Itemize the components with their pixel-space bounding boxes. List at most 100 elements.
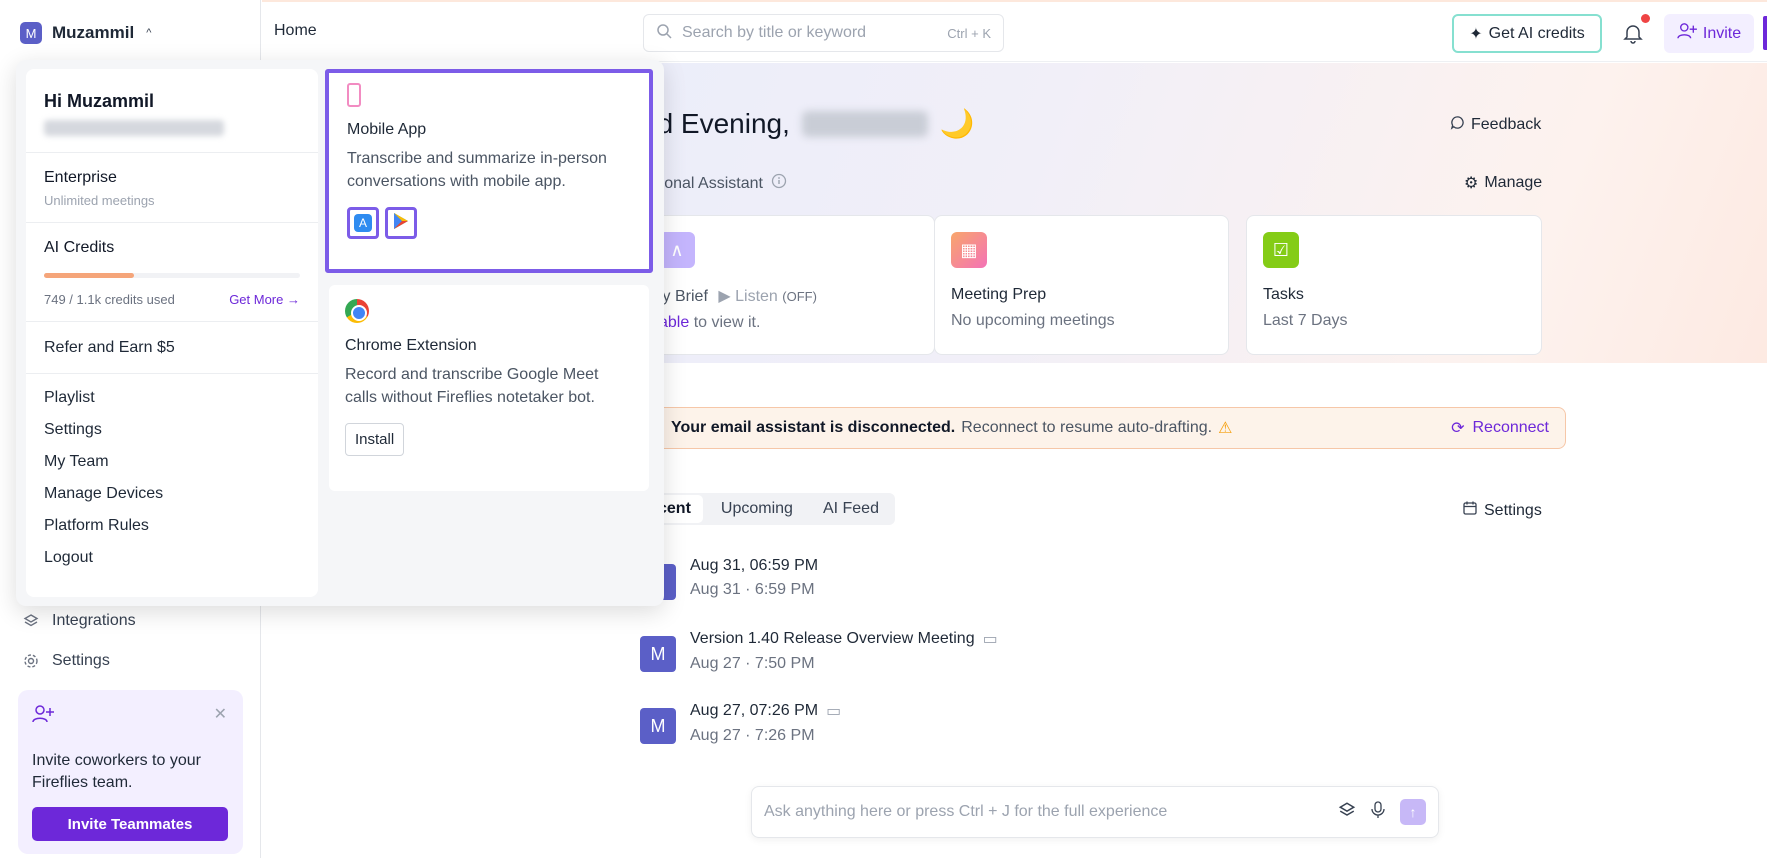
profile-menu: Hi Muzammil Enterprise Unlimited meeting… [26,69,318,597]
get-more-link[interactable]: Get More → [229,292,300,307]
manage-button[interactable]: ⚙ Manage [1464,173,1542,193]
page-title: od Evening, 🌙 [642,107,975,140]
ask-ai-input[interactable]: Ask anything here or press Ctrl + J for … [751,786,1439,838]
play-icon[interactable]: ▶ [718,288,730,305]
moon-icon: 🌙 [939,108,975,139]
manage-label: Manage [1484,174,1543,191]
info-icon[interactable] [771,173,787,194]
plan-name: Enterprise [44,169,117,186]
install-button[interactable]: Install [345,423,405,456]
blurred-user-name [801,110,928,137]
feedback-label: Feedback [1471,116,1542,133]
list-item[interactable]: M Aug 27, 07:26 PM ▭ Aug 27 · 7:26 PM [640,701,841,751]
reconnect-label: Reconnect [1472,419,1550,436]
chrome-extension-card: Chrome Extension Record and transcribe G… [329,285,649,491]
ask-placeholder: Ask anything here or press Ctrl + J for … [764,803,1168,820]
menu-list: Playlist Settings My Team Manage Devices… [26,374,318,574]
ai-credits-section: AI Credits 749 / 1.1k credits used Get M… [26,223,318,322]
meetings-settings-button[interactable]: Settings [1462,500,1542,521]
listen-label[interactable]: Listen [735,288,778,305]
plan-section: Enterprise Unlimited meetings [26,153,318,223]
list-item[interactable]: Aug 31, 06:59 PM Aug 31 · 6:59 PM [640,557,818,607]
user-avatar: M [20,22,42,44]
arrow-right-icon: → [287,292,300,307]
send-button[interactable]: ↑ [1400,799,1426,825]
feedback-button[interactable]: Feedback [1450,115,1541,135]
gear-icon [22,652,40,670]
microphone-icon[interactable] [1370,801,1386,823]
card-title: Meeting Prep [951,286,1047,303]
sidebar-item-settings[interactable]: Settings [22,652,110,670]
calendar-settings-icon [1462,500,1478,521]
app-store-button[interactable]: A [347,207,379,239]
invite-teammates-button[interactable]: Invite Teammates [32,807,228,841]
invite-card: ✕ Invite coworkers to your Fireflies tea… [18,690,243,854]
list-item[interactable]: M Version 1.40 Release Overview Meeting ▭… [640,629,998,679]
workspace-switcher[interactable]: M Muzammil ^ [20,22,151,44]
sidebar-item-label: Settings [52,652,110,669]
credits-progress-fill [44,273,134,278]
menu-item-my-team[interactable]: My Team [26,446,318,478]
plan-description: Unlimited meetings [44,193,155,208]
meeting-tabs: cent Upcoming AI Feed [642,493,895,525]
menu-item-platform-rules[interactable]: Platform Rules [26,510,318,542]
sparkle-icon: ✦ [1469,25,1483,43]
invite-label: Invite [1702,24,1742,42]
gear-icon: ⚙ [1464,175,1479,192]
layers-icon [22,612,40,630]
store-buttons: A [347,207,631,239]
daily-brief-card[interactable]: ∧ ly Brief ▶ Listen (OFF) able to view i… [642,215,935,355]
calendar-icon: ▦ [951,232,987,268]
alert-bold-text: Your email assistant is disconnected. [671,419,956,436]
invite-button[interactable]: Invite [1664,14,1754,53]
invite-card-text: Invite coworkers to your Fireflies team. [32,752,201,791]
get-more-label: Get More [229,292,284,307]
layers-icon[interactable] [1338,801,1356,823]
meeting-title: Version 1.40 Release Overview Meeting ▭ [690,629,998,649]
profile-edge[interactable] [1763,16,1767,50]
card-subtitle-text: to view it. [689,314,761,331]
tab-ai-feed[interactable]: AI Feed [811,495,891,523]
menu-item-manage-devices[interactable]: Manage Devices [26,478,318,510]
greeting-text: od Evening, [642,107,790,139]
close-icon[interactable]: ✕ [214,704,227,724]
meeting-date: Aug 31 · 6:59 PM [690,581,815,598]
chrome-icon [345,299,369,323]
get-ai-credits-button[interactable]: ✦ Get AI credits [1452,14,1602,53]
meeting-date: Aug 27 · 7:26 PM [690,727,815,744]
monitor-icon: ▭ [826,703,842,720]
avatar: M [640,636,676,672]
breadcrumb[interactable]: Home [274,22,317,40]
meeting-title-text: Version 1.40 Release Overview Meeting [690,630,975,647]
email-assistant-alert: Your email assistant is disconnected. Re… [642,407,1566,449]
meeting-title: Aug 27, 07:26 PM ▭ [690,701,841,721]
sidebar-item-label: Integrations [52,612,136,629]
checklist-icon: ☑ [1263,232,1299,268]
tasks-card[interactable]: ☑ Tasks Last 7 Days [1246,215,1542,355]
credits-progress-bar [44,273,300,278]
add-user-icon [1677,22,1697,45]
reconnect-button[interactable]: ⟳ Reconnect [1451,418,1549,438]
mobile-app-description: Transcribe and summarize in-person conve… [347,150,607,190]
profile-header: Hi Muzammil [26,69,318,153]
refer-and-earn-item[interactable]: Refer and Earn $5 [26,322,318,374]
user-name: Muzammil [52,23,135,42]
chrome-extension-title: Chrome Extension [345,337,477,354]
mobile-app-title: Mobile App [347,121,427,138]
get-ai-credits-label: Get AI credits [1488,24,1585,42]
search-input[interactable]: Search by title or keyword Ctrl + K [643,14,1004,52]
menu-item-playlist[interactable]: Playlist [26,382,318,414]
daily-brief-title: ly Brief [659,288,708,305]
tab-upcoming[interactable]: Upcoming [709,495,805,523]
google-play-button[interactable] [385,207,417,239]
menu-item-settings[interactable]: Settings [26,414,318,446]
meeting-prep-card[interactable]: ▦ Meeting Prep No upcoming meetings [934,215,1229,355]
google-play-icon [393,212,409,234]
menu-item-logout[interactable]: Logout [26,542,318,574]
notifications-bell-icon[interactable] [1622,14,1650,46]
app-store-icon: A [354,214,372,232]
sidebar-item-integrations[interactable]: Integrations [22,612,136,630]
mobile-app-card: Mobile App Transcribe and summarize in-p… [325,69,653,273]
meeting-title-text: Aug 31, 06:59 PM [690,557,819,574]
top-bar: Home Search by title or keyword Ctrl + K… [262,0,1767,62]
